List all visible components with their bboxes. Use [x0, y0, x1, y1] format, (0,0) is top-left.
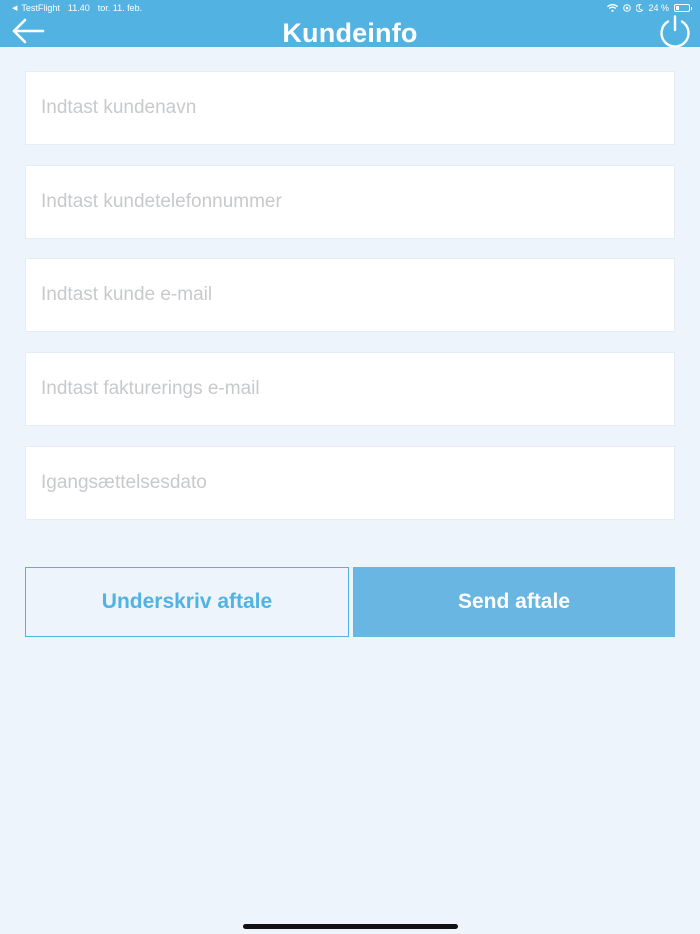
- power-button[interactable]: [658, 14, 692, 48]
- send-agreement-label: Send aftale: [457, 590, 571, 613]
- sign-agreement-label: Underskriv aftale: [101, 590, 273, 613]
- start-date-input[interactable]: [26, 447, 674, 519]
- billing-email-field: [25, 352, 675, 426]
- sign-agreement-button[interactable]: Underskriv aftale: [25, 567, 349, 637]
- status-date: tor. 11. feb.: [97, 3, 143, 13]
- status-time: 11.40: [67, 3, 90, 13]
- status-right: 24 %: [607, 3, 692, 13]
- customer-phone-input[interactable]: [26, 166, 674, 238]
- page-title: Kundeinfo: [282, 18, 418, 48]
- back-to-app-label[interactable]: TestFlight: [21, 3, 60, 13]
- app-screen: ◀ TestFlight 11.40 tor. 11. feb. 24 % Ku…: [0, 0, 700, 934]
- location-icon: [623, 4, 632, 12]
- wifi-icon: [607, 4, 619, 12]
- battery-percent: 24 %: [648, 3, 669, 13]
- send-agreement-button[interactable]: Send aftale: [353, 567, 675, 637]
- customer-name-field: [25, 71, 675, 145]
- moon-icon: [636, 4, 644, 12]
- customer-phone-field: [25, 165, 675, 239]
- status-left: ◀ TestFlight 11.40 tor. 11. feb.: [12, 3, 142, 13]
- start-date-field: [25, 446, 675, 520]
- battery-fill: [676, 6, 679, 10]
- customer-email-input[interactable]: [26, 259, 674, 331]
- customer-name-input[interactable]: [26, 72, 674, 144]
- home-indicator[interactable]: [243, 924, 458, 929]
- header-bar: ◀ TestFlight 11.40 tor. 11. feb. 24 % Ku…: [0, 0, 700, 48]
- customer-email-field: [25, 258, 675, 332]
- status-bar: ◀ TestFlight 11.40 tor. 11. feb. 24 %: [0, 0, 700, 16]
- billing-email-input[interactable]: [26, 353, 674, 425]
- battery-icon: [674, 4, 692, 12]
- back-to-app-icon[interactable]: ◀: [12, 4, 17, 12]
- power-icon: [660, 15, 690, 48]
